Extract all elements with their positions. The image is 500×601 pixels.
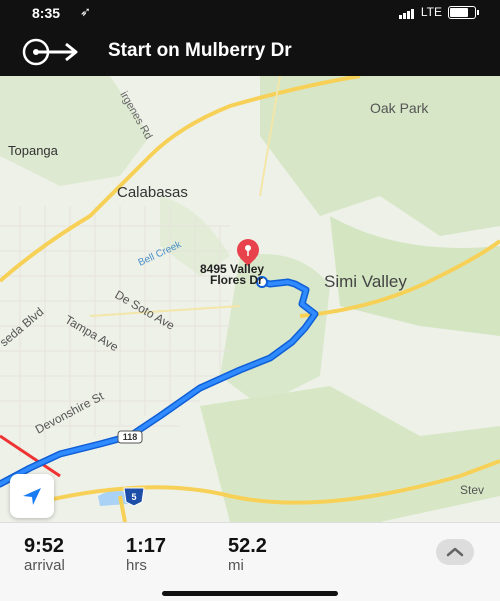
expand-button[interactable] [436,539,474,565]
location-arrow-icon: ➶ [80,4,91,19]
map-view[interactable]: 118 5 Oak Park Topanga Calabasas Simi Va… [0,74,500,523]
destination-label-line2: Flores Dr [210,273,263,287]
duration-stat: 1:17 hrs [126,535,166,575]
distance-stat: 52.2 mi [228,535,267,575]
label-stev: Stev [460,483,484,497]
label-topanga: Topanga [8,143,59,158]
status-time: 8:35 [32,5,61,21]
duration-value: 1:17 [126,535,167,557]
arrival-label: arrival [24,557,65,574]
arrival-stat: 9:52 arrival [24,535,65,575]
start-route-icon [22,38,78,66]
status-bar: 8:35 ➶ LTE [0,0,500,26]
chevron-up-icon [446,547,464,557]
shield-118-label: 118 [123,432,138,442]
label-oak-park: Oak Park [370,100,429,116]
signal-icon [398,5,415,19]
navigation-banner[interactable]: Start on Mulberry Dr [0,26,500,76]
distance-label: mi [228,557,244,574]
battery-icon [448,5,479,19]
label-calabasas: Calabasas [117,184,188,201]
arrival-time: 9:52 [24,535,65,557]
label-simi-valley: Simi Valley [324,272,407,291]
shield-5-label: 5 [131,492,136,502]
network-label: LTE [420,5,442,19]
navigation-instruction: Start on Mulberry Dr [108,40,292,61]
locate-button[interactable] [10,474,54,518]
trip-summary-panel[interactable]: 9:52 arrival 1:17 hrs 52.2 mi [0,522,500,601]
location-arrow-icon [23,488,41,505]
home-indicator[interactable] [162,591,338,596]
map-canvas: 118 5 Oak Park Topanga Calabasas Simi Va… [0,74,500,523]
highway-118-shield: 118 [117,430,143,444]
duration-label: hrs [126,557,147,574]
distance-value: 52.2 [228,535,267,557]
